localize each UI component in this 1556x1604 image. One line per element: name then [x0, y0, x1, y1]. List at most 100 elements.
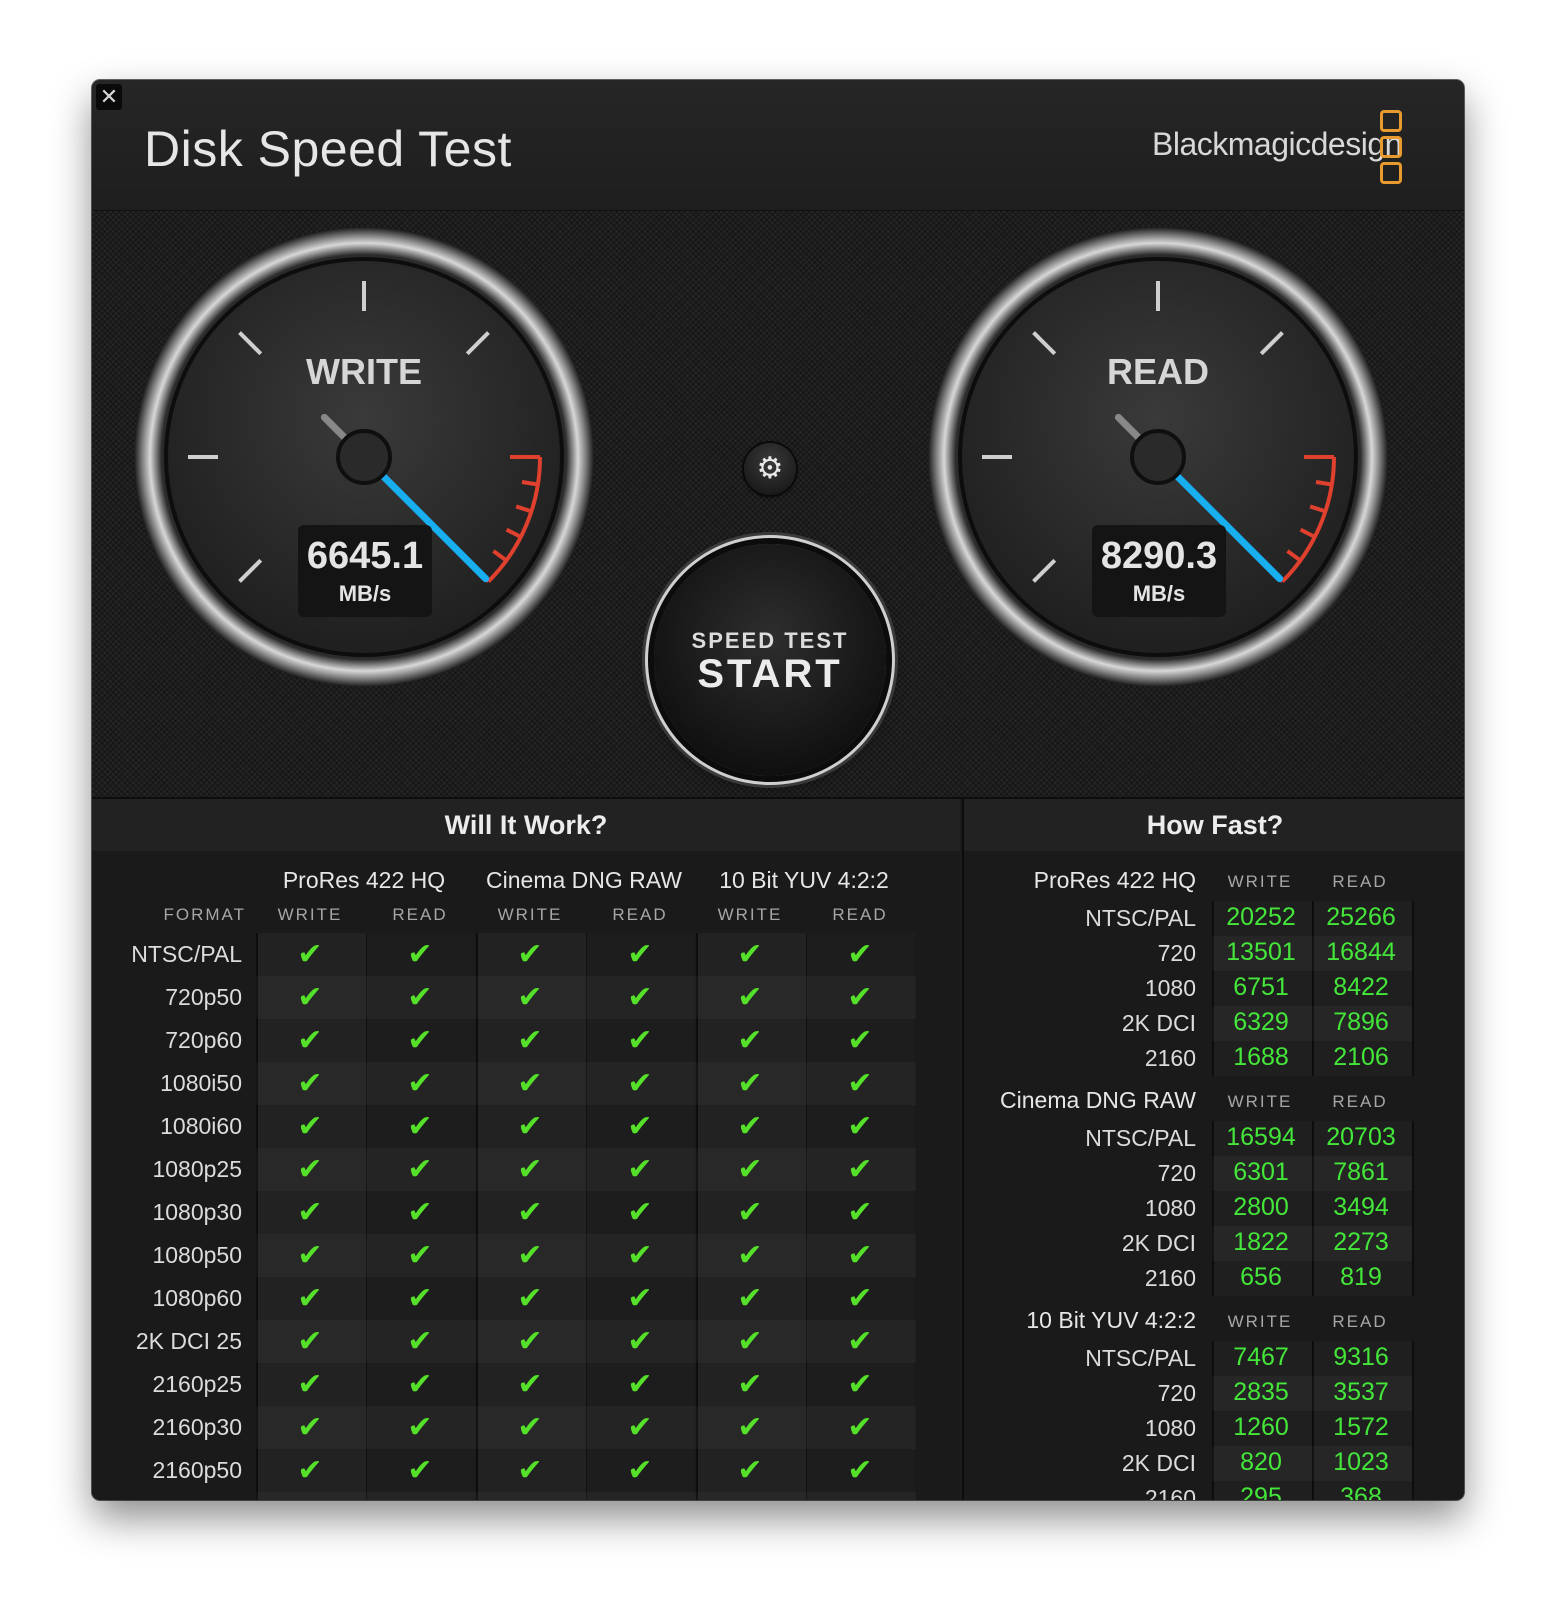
how-fast-write-value: 1822: [1233, 1228, 1289, 1256]
checkmark-icon: ✔: [627, 1282, 653, 1315]
format-label: 2160p30: [152, 1414, 242, 1440]
how-fast-read-value: 368: [1340, 1483, 1382, 1500]
how-fast-write-value: 6751: [1233, 973, 1289, 1001]
read-speed-unit: MB/s: [1132, 581, 1186, 606]
how-fast-read-value: 16844: [1326, 938, 1396, 966]
checkmark-icon: ✔: [847, 1239, 873, 1272]
how-fast-read-value: 9316: [1333, 1343, 1389, 1371]
checkmark-icon: ✔: [737, 1411, 763, 1444]
checkmark-icon: ✔: [407, 1110, 433, 1143]
checkmark-icon: ✔: [627, 1325, 653, 1358]
checkmark-icon: ✔: [627, 1411, 653, 1444]
how-fast-row-label: 720: [1157, 1380, 1196, 1406]
checkmark-icon: ✔: [847, 1110, 873, 1143]
checkmark-icon: ✔: [627, 1454, 653, 1487]
checkmark-icon: ✔: [737, 1067, 763, 1100]
format-label: 2160p25: [152, 1371, 242, 1397]
how-fast-row-label: NTSC/PAL: [1085, 905, 1196, 931]
checkmark-icon: ✔: [297, 1282, 323, 1315]
checkmark-icon: ✔: [627, 1110, 653, 1143]
will-it-work-group-title: ProRes 422 HQ: [282, 867, 446, 893]
how-fast-row-label: 2160: [1144, 1265, 1196, 1291]
how-fast-row-label: 2K DCI: [1121, 1010, 1196, 1036]
redline-tick: [521, 480, 539, 487]
how-fast-read-value: 1572: [1333, 1413, 1389, 1441]
write-column-header: WRITE: [1227, 872, 1293, 891]
write-column-header: WRITE: [1227, 1312, 1293, 1331]
how-fast-write-value: 295: [1240, 1483, 1282, 1500]
format-label: 1080i60: [160, 1113, 242, 1139]
checkmark-icon: ✔: [517, 1411, 543, 1444]
checkmark-icon: ✔: [737, 938, 763, 971]
checkmark-icon: ✔: [297, 1325, 323, 1358]
checkmark-icon: ✔: [407, 1024, 433, 1057]
checkmark-icon: ✔: [627, 1024, 653, 1057]
checkmark-icon: ✔: [737, 1153, 763, 1186]
write-speed-unit: MB/s: [338, 581, 392, 606]
checkmark-icon: ✔: [407, 1454, 433, 1487]
checkmark-icon: ✔: [297, 1239, 323, 1272]
start-button[interactable]: SPEED TEST START: [654, 544, 886, 776]
write-column-header: WRITE: [1227, 1092, 1293, 1111]
write-readout: 6645.1 MB/s: [298, 525, 432, 617]
how-fast-row-label: 1080: [1144, 1415, 1196, 1441]
read-column-header: READ: [392, 905, 448, 924]
checkmark-icon: ✔: [847, 981, 873, 1014]
checkmark-icon: ✔: [407, 1196, 433, 1229]
how-fast-write-value: 7467: [1233, 1343, 1289, 1371]
checkmark-icon: ✔: [517, 1368, 543, 1401]
checkmark-icon: ✔: [627, 1153, 653, 1186]
checkmark-icon: ✔: [737, 1282, 763, 1315]
checkmark-icon: ✔: [366, 1496, 474, 1500]
checkmark-icon: ✔: [517, 1110, 543, 1143]
will-it-work-panel: Will It Work? ProRes 422 HQ WRITE READ Cine…: [92, 799, 960, 1500]
how-fast-write-value: 656: [1240, 1263, 1282, 1291]
checkmark-icon: ✔: [627, 1196, 653, 1229]
checkmark-icon: ✔: [517, 1282, 543, 1315]
write-gauge: [134, 227, 594, 687]
gear-icon[interactable]: ⚙: [744, 443, 796, 495]
how-fast-row-label: 2160: [1144, 1045, 1196, 1071]
how-fast-row-label: 1080: [1144, 975, 1196, 1001]
checkmark-icon: ✔: [737, 1196, 763, 1229]
checkmark-icon: ✔: [847, 938, 873, 971]
how-fast-write-value: 2800: [1233, 1193, 1289, 1221]
checkmark-icon: ✔: [737, 1239, 763, 1272]
checkmark-icon: ✔: [297, 1067, 323, 1100]
close-icon[interactable]: ✕: [96, 84, 122, 110]
how-fast-group-title: 10 Bit YUV 4:2:2: [1026, 1307, 1196, 1333]
checkmark-icon: ✔: [627, 1067, 653, 1100]
checkmark-icon: ✔: [297, 1196, 323, 1229]
how-fast-write-value: 6301: [1233, 1158, 1289, 1186]
how-fast-read-value: 819: [1340, 1263, 1382, 1291]
checkmark-icon: ✔: [407, 1325, 433, 1358]
how-fast-row-label: 720: [1157, 940, 1196, 966]
read-needle-hub: [1130, 429, 1186, 485]
checkmark-icon: ✔: [407, 1067, 433, 1100]
checkmark-icon: ✔: [297, 1454, 323, 1487]
read-column-header: READ: [1332, 1312, 1388, 1331]
checkmark-icon: ✔: [517, 981, 543, 1014]
format-label: 2K DCI 25: [135, 1328, 242, 1354]
checkmark-icon: ✔: [847, 1325, 873, 1358]
how-fast-read-value: 3537: [1333, 1378, 1389, 1406]
checkmark-icon: ✔: [476, 1496, 584, 1500]
checkmark-icon: ✔: [737, 1110, 763, 1143]
checkmark-icon: ✔: [297, 1368, 323, 1401]
write-needle-hub: [336, 429, 392, 485]
format-label: NTSC/PAL: [131, 941, 242, 967]
write-column-header: WRITE: [277, 905, 343, 924]
how-fast-row-label: 2160: [1144, 1485, 1196, 1500]
how-fast-read-value: 2273: [1333, 1228, 1389, 1256]
disk-speed-test-window: ✕ Disk Speed Test Blackmagicdesign WRITE…: [92, 80, 1464, 1500]
checkmark-icon: ✔: [407, 938, 433, 971]
checkmark-icon: ✔: [737, 1368, 763, 1401]
checkmark-icon: ✔: [627, 938, 653, 971]
checkmark-icon: ✔: [407, 981, 433, 1014]
checkmark-icon: ✔: [407, 1239, 433, 1272]
how-fast-read-value: 3494: [1333, 1193, 1389, 1221]
format-label: 720p60: [165, 1027, 242, 1053]
how-fast-write-value: 1688: [1233, 1043, 1289, 1071]
will-it-work-group-title: 10 Bit YUV 4:2:2: [719, 867, 889, 893]
how-fast-write-value: 6329: [1233, 1008, 1289, 1036]
